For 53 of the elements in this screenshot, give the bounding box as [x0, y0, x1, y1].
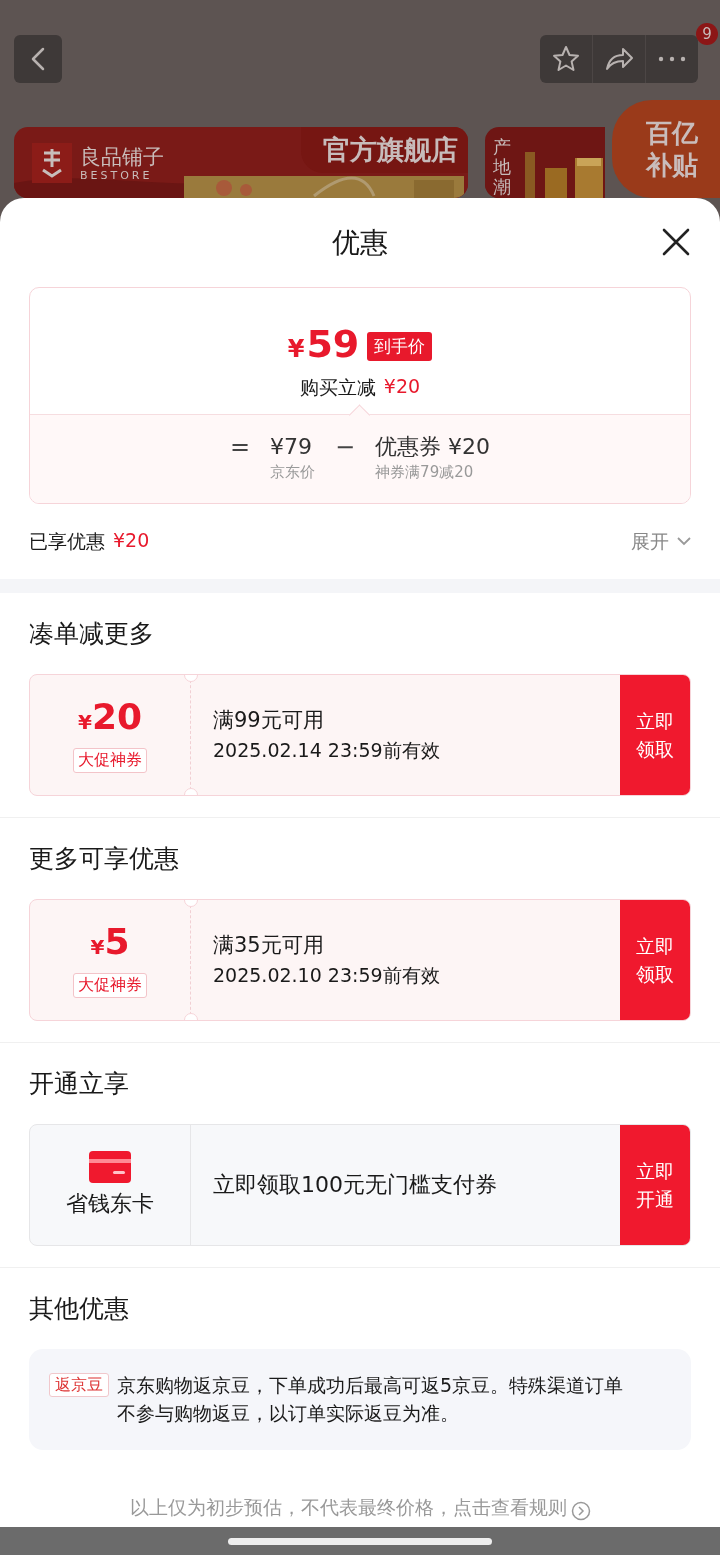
membership-name: 省钱东卡 [66, 1190, 154, 1218]
notification-badge: 9 [696, 23, 718, 45]
coupon-tag: 大促神券 [73, 748, 147, 773]
section-heading: 其他优惠 [29, 1293, 130, 1325]
close-icon[interactable] [662, 228, 690, 256]
saving-label: 购买立减 [299, 374, 376, 400]
enjoyed-amount: ¥20 [113, 528, 150, 553]
back-icon [31, 47, 45, 71]
activate-button[interactable]: 立即开通 [620, 1125, 690, 1245]
share-icon [604, 46, 634, 72]
coupon-condition: 满35元可用 [213, 932, 325, 959]
term-value: 优惠券 ¥20 [375, 433, 491, 461]
membership-offer: 立即领取100元无门槛支付券 [213, 1171, 498, 1199]
sheet-title: 优惠 [332, 224, 388, 261]
enjoyed-label: 已享优惠 [29, 528, 105, 554]
store-label: 官方旗舰店 [301, 127, 468, 173]
coupon-validity: 2025.02.10 23:59前有效 [213, 963, 441, 988]
star-icon [551, 44, 581, 74]
info-text: 京东购物返京豆，下单成功后最高可返5京豆。特殊渠道订单不参与购物返豆，以订单实际返豆为准。 [117, 1373, 625, 1426]
arrow-circle-icon[interactable] [570, 1501, 591, 1521]
operator-sign: = [229, 433, 250, 461]
coupon-condition: 满99元可用 [213, 707, 325, 734]
subsidy-badge: 百亿 补贴 [612, 100, 720, 198]
coupon-tag: 大促神券 [73, 973, 147, 998]
store-banner[interactable]: 良品铺子 BESTORE 官方旗舰店 [14, 127, 468, 198]
brand-name: BESTORE [80, 168, 154, 182]
chevron-icon [677, 537, 691, 546]
banner-tagline: 产地潮 [493, 137, 511, 197]
more-icon [658, 56, 686, 62]
disclaimer-link[interactable]: 以上仅为初步预估，不代表最终价格，点击查看规则 [129, 1495, 567, 1521]
info-tag: 返京豆 [49, 1373, 109, 1397]
operator-sign: − [335, 433, 356, 461]
claim-button[interactable]: 立即领取 [620, 900, 690, 1020]
coupon-amount: ¥20 [78, 697, 142, 739]
term-caption: 京东价 [270, 462, 315, 483]
claim-button[interactable]: 立即领取 [620, 675, 690, 795]
final-price: ¥59 [287, 321, 360, 368]
saving-amount: ¥20 [383, 374, 421, 399]
home-indicator[interactable] [228, 1537, 492, 1545]
brand-logo-icon [32, 143, 72, 183]
section-heading: 凑单减更多 [29, 618, 155, 650]
promo-banner[interactable]: 产地潮 [485, 127, 605, 198]
term-caption: 神券满79减20 [375, 462, 475, 483]
section-heading: 更多可享优惠 [29, 843, 180, 875]
back-button[interactable] [14, 35, 62, 83]
coupon-validity: 2025.02.14 23:59前有效 [213, 738, 441, 763]
coupon-amount: ¥5 [90, 922, 130, 964]
card-icon [89, 1151, 131, 1183]
brand-name: 良品铺子 [80, 144, 164, 169]
section-heading: 开通立享 [29, 1068, 130, 1100]
expand-toggle[interactable]: 展开 [631, 528, 691, 555]
term-value: ¥79 [270, 433, 313, 461]
price-tag: 到手价 [367, 331, 433, 361]
